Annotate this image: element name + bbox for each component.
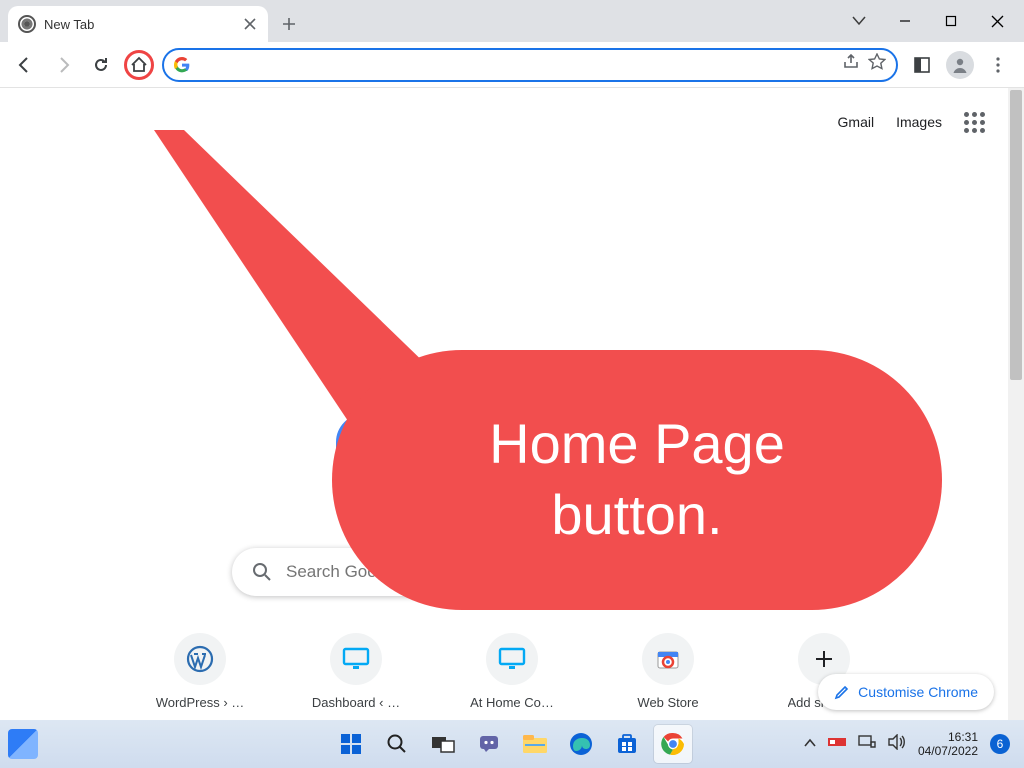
system-clock[interactable]: 16:31 04/07/2022 <box>918 730 978 759</box>
new-tab-button[interactable] <box>274 9 304 39</box>
tray-app-icon[interactable] <box>828 735 846 753</box>
customise-chrome-button[interactable]: Customise Chrome <box>818 674 994 710</box>
images-link[interactable]: Images <box>896 114 942 130</box>
task-view-icon[interactable] <box>424 725 462 763</box>
shortcut-dashboard[interactable]: Dashboard ‹ … <box>306 633 406 710</box>
shortcut-row: WordPress › … Dashboard ‹ … At Home Co… … <box>150 633 874 710</box>
vertical-scrollbar[interactable] <box>1008 88 1024 720</box>
tray-chevron-icon[interactable] <box>804 735 816 753</box>
browser-toolbar <box>0 42 1024 88</box>
home-button[interactable] <box>124 50 154 80</box>
notification-badge[interactable]: 6 <box>990 734 1010 754</box>
plus-icon <box>814 649 834 669</box>
annotation-text: Home Pagebutton. <box>489 409 785 551</box>
google-top-links: Gmail Images <box>838 112 984 132</box>
google-apps-icon[interactable] <box>964 112 984 132</box>
google-g-icon <box>174 57 190 73</box>
taskbar-search-icon[interactable] <box>378 725 416 763</box>
edge-icon[interactable] <box>562 725 600 763</box>
search-icon <box>252 562 272 582</box>
clock-date: 04/07/2022 <box>918 744 978 758</box>
back-button[interactable] <box>10 50 40 80</box>
close-tab-icon[interactable] <box>242 16 258 32</box>
bookmark-star-icon[interactable] <box>868 53 886 76</box>
address-input[interactable] <box>198 57 834 73</box>
windows-taskbar: 16:31 04/07/2022 6 <box>0 720 1024 768</box>
shortcut-webstore[interactable]: Web Store <box>618 633 718 710</box>
google-logo <box>336 414 364 484</box>
gmail-link[interactable]: Gmail <box>838 114 875 130</box>
pencil-icon <box>834 684 850 700</box>
forward-button[interactable] <box>48 50 78 80</box>
widgets-icon[interactable] <box>8 729 38 759</box>
window-controls <box>832 0 1024 42</box>
customise-label: Customise Chrome <box>858 684 978 700</box>
share-icon[interactable] <box>842 53 860 76</box>
chrome-icon <box>18 15 36 33</box>
window-titlebar: New Tab <box>0 0 1024 42</box>
shortcut-label: Dashboard ‹ … <box>312 695 400 710</box>
browser-tab[interactable]: New Tab <box>8 6 268 42</box>
file-explorer-icon[interactable] <box>516 725 554 763</box>
address-bar[interactable] <box>162 48 898 82</box>
maximize-icon[interactable] <box>942 12 960 30</box>
new-tab-page: Gmail Images Search Google o WordPress ›… <box>0 88 1024 720</box>
shortcut-label: Web Store <box>637 695 698 710</box>
profile-avatar[interactable] <box>946 51 974 79</box>
wordpress-icon <box>186 645 214 673</box>
tab-title: New Tab <box>44 17 234 32</box>
chrome-taskbar-icon[interactable] <box>654 725 692 763</box>
store-icon[interactable] <box>608 725 646 763</box>
shortcut-athome[interactable]: At Home Co… <box>462 633 562 710</box>
tab-search-icon[interactable] <box>850 12 868 30</box>
chat-icon[interactable] <box>470 725 508 763</box>
google-search-input[interactable]: Search Google o <box>286 562 772 582</box>
side-panel-icon[interactable] <box>906 49 938 81</box>
shortcut-label: WordPress › … <box>156 695 245 710</box>
monitor-icon <box>342 647 370 671</box>
volume-icon[interactable] <box>888 734 906 755</box>
close-window-icon[interactable] <box>988 12 1006 30</box>
monitor-icon <box>498 647 526 671</box>
google-search-box[interactable]: Search Google o <box>232 548 792 596</box>
webstore-icon <box>655 646 681 672</box>
reload-button[interactable] <box>86 50 116 80</box>
shortcut-wordpress[interactable]: WordPress › … <box>150 633 250 710</box>
clock-time: 16:31 <box>918 730 978 744</box>
network-icon[interactable] <box>858 734 876 755</box>
shortcut-label: At Home Co… <box>470 695 554 710</box>
minimize-icon[interactable] <box>896 12 914 30</box>
kebab-menu-icon[interactable] <box>982 49 1014 81</box>
start-button[interactable] <box>332 725 370 763</box>
